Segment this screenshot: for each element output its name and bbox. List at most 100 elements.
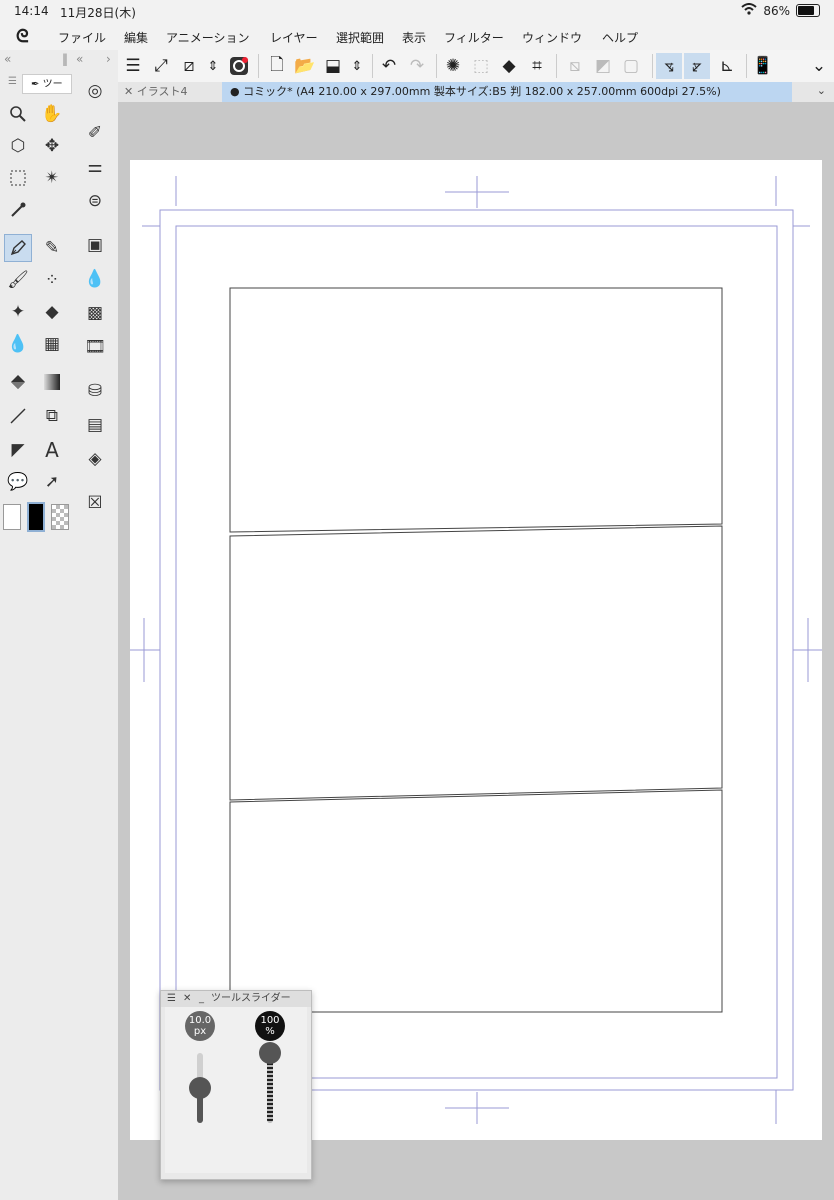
eraser-tool-icon[interactable]: ◆ [38,298,66,326]
palette-menu-icon[interactable]: ☰ [167,991,176,1007]
no-transform-icon[interactable]: ⧅ [562,53,588,79]
app-logo-icon[interactable]: ᘓ [16,26,29,47]
new-page-icon[interactable]: 🗋 [264,53,290,79]
color-mix-icon[interactable]: 💧 [82,266,108,292]
tool-panel-tab[interactable]: ✒ ツー [22,74,72,94]
collapse-left-icon[interactable]: « [4,52,11,66]
menu-view[interactable]: 表示 [402,29,426,46]
timeline-icon[interactable]: 🎞 [82,334,108,360]
menu-file[interactable]: ファイル [58,29,106,46]
menu-edit[interactable]: 編集 [124,29,148,46]
new-file-icon[interactable]: ⧄ [176,53,202,79]
gradient-map-icon[interactable]: ◩ [590,53,616,79]
crop-icon[interactable]: ⌗ [524,53,550,79]
layer-property-icon[interactable]: ⛁ [82,378,108,404]
pen-tool-icon[interactable] [4,234,32,262]
figure-grid-icon[interactable]: ▦ [38,330,66,358]
save-icon[interactable]: ⬓ [320,53,346,79]
status-right: 86% [741,3,820,18]
brush-size-slider-handle[interactable] [189,1077,211,1099]
panel-frame-2[interactable] [229,525,723,801]
layer-search-icon[interactable]: ▤ [82,412,108,438]
color-circle-icon[interactable]: ▣ [82,232,108,258]
brush-size-icon[interactable]: ⊜ [82,188,108,214]
transparent-color-swatch[interactable] [51,504,69,530]
fit-screen-icon[interactable]: ⤢ [148,53,174,79]
redo-icon[interactable]: ↷ [404,53,430,79]
frame-tool-icon[interactable]: ◤ [4,436,32,464]
close-icon[interactable]: ✕ [183,991,191,1007]
fill-tool-icon[interactable] [4,368,32,396]
pen-tab-icon: ✒ [31,79,40,90]
navigator-icon[interactable]: ◎ [82,78,108,104]
material-icon[interactable]: ☒ [82,490,108,516]
panel-frame-1[interactable] [229,287,723,533]
frame-border-icon[interactable]: ▢ [618,53,644,79]
snap-grid-icon[interactable]: ⊾ [714,53,740,79]
panel-menu-icon[interactable]: ☰ [8,76,17,87]
save-options-icon[interactable]: ⇕ [344,53,370,79]
move-tool-icon[interactable]: ✥ [38,132,66,160]
menu-animation[interactable]: アニメーション [166,29,250,46]
column-header: « › [72,50,118,72]
magic-wand-icon[interactable]: ✴ [38,164,66,192]
menu-help[interactable]: ヘルプ [602,29,638,46]
color-set-icon[interactable]: ▩ [82,300,108,326]
tab-comic[interactable]: ● コミック* (A4 210.00 x 297.00mm 製本サイズ:B5 判… [222,82,792,102]
correct-line-tool-icon[interactable]: ➚ [38,468,66,496]
fill-icon[interactable]: ◆ [496,53,522,79]
panel-grip-icon[interactable]: ‖ [62,52,68,66]
opacity-slider-track[interactable] [259,1042,281,1123]
menu-window[interactable]: ウィンドウ [522,29,582,46]
loading-icon[interactable]: ✺ [440,53,466,79]
text-tool-icon[interactable]: A [38,436,66,464]
tool-property-icon[interactable]: ⚌ [82,154,108,180]
collapse-column-icon[interactable]: « [76,52,83,66]
close-tab-icon[interactable]: ✕ [124,85,133,98]
snap-ruler-icon[interactable]: ⦪ [656,53,682,79]
clear-selection-icon[interactable]: ⬚ [468,53,494,79]
blend-tool-icon[interactable]: 💧 [4,330,32,358]
smartphone-icon[interactable]: 📱 [750,53,776,79]
decoration-tool-icon[interactable]: ✦ [4,298,32,326]
command-bar: ☰ ⤢ ⧄ ⇕ 🗋 📂 ⬓ ⇕ ↶ ↷ ✺ ⬚ ◆ ⌗ ⧅ ◩ ▢ ⦪ ⦫ ⊾ … [118,50,834,83]
chevron-down-icon[interactable]: ⌄ [806,53,832,79]
menu-filter[interactable]: フィルター [444,29,504,46]
undo-icon[interactable]: ↶ [376,53,402,79]
object-tool-icon[interactable]: ⬡ [4,132,32,160]
tool-slider-body: 10.0 px 100 % [165,1007,307,1173]
brush-size-slider-track[interactable] [189,1053,211,1123]
background-color-swatch[interactable] [3,504,21,530]
menu-selection[interactable]: 選択範囲 [336,29,384,46]
tab-illust[interactable]: ✕ イラスト4 [118,82,222,102]
companion-mode-icon[interactable] [226,53,252,79]
menu-icon[interactable]: ☰ [120,53,146,79]
minimize-icon[interactable]: _ [199,991,204,1007]
layers-icon[interactable]: ◈ [82,446,108,472]
opacity-readout: 100 % [255,1011,285,1041]
snap-special-ruler-icon[interactable]: ⦫ [684,53,710,79]
tab-list-chevron-icon[interactable]: ⌄ [817,84,826,97]
balloon-tool-icon[interactable]: 💬 [4,468,32,496]
expand-column-icon[interactable]: › [106,52,111,66]
foreground-color-swatch[interactable] [27,502,45,532]
open-folder-icon[interactable]: 📂 [292,53,318,79]
panel-frame-3[interactable] [229,789,723,1013]
marquee-tool-icon[interactable] [4,164,32,192]
sub-tool-icon[interactable]: ✐ [82,120,108,146]
hand-tool-icon[interactable]: ✋ [38,100,66,128]
divider [746,54,747,78]
gradient-tool-icon[interactable] [38,368,66,396]
line-tool-icon[interactable] [4,402,32,430]
pencil-tool-icon[interactable]: ✎ [38,234,66,262]
tool-slider-palette[interactable]: ☰ ✕ _ ツールスライダー 10.0 px 100 % [160,990,312,1180]
menu-layer[interactable]: レイヤー [270,29,318,46]
arrow-updown-icon[interactable]: ⇕ [200,53,226,79]
ruler-tool-icon[interactable]: ⧉ [38,402,66,430]
status-date: 11月28日(木) [60,6,136,20]
zoom-tool-icon[interactable] [4,100,32,128]
opacity-slider-handle[interactable] [259,1042,281,1064]
eyedropper-icon[interactable] [4,196,32,224]
brush-tool-icon[interactable]: 🖌 [4,266,32,294]
airbrush-tool-icon[interactable]: ⁘ [38,266,66,294]
